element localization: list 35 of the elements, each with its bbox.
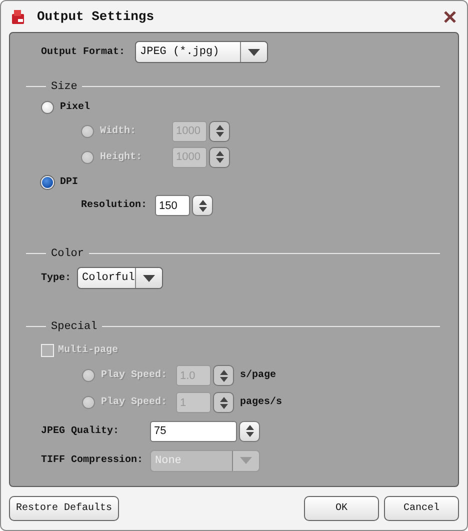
unit-label: s/page	[240, 370, 276, 381]
dialog-button[interactable]: Cancel	[384, 496, 459, 521]
close-icon[interactable]	[443, 10, 457, 24]
unit-label: pages/s	[240, 397, 282, 408]
spin-arrows-icon	[214, 150, 224, 164]
field-label: Resolution:	[81, 200, 148, 211]
section-title: Size	[50, 81, 78, 93]
dropdown-arrow-icon	[143, 274, 155, 282]
checkbox-label: Multi-page	[58, 344, 118, 356]
section-title: Special	[50, 321, 98, 333]
field-label: Play Speed:	[101, 397, 168, 408]
field-label: TIFF Compression:	[41, 455, 144, 466]
window-title: Output Settings	[37, 9, 156, 24]
type-dropdown[interactable]: Colorful	[77, 267, 163, 289]
radio-label: Pixel	[60, 102, 90, 112]
field-label: JPEG Quality:	[41, 426, 120, 436]
spin-arrows-icon	[214, 124, 224, 138]
radio-button[interactable]	[41, 100, 54, 114]
dropdown-arrow-icon	[248, 48, 260, 56]
field-label: Output Format:	[41, 46, 126, 58]
field-label: Play Speed:	[101, 370, 168, 381]
dialog-button[interactable]: OK	[304, 496, 379, 521]
spin-arrows-icon	[218, 396, 228, 410]
field-label: Type:	[41, 272, 72, 284]
dialog-button[interactable]: Restore Defaults	[9, 496, 119, 521]
spin-arrows-icon	[198, 198, 208, 212]
field-label: Height:	[100, 152, 144, 162]
section-title: Color	[50, 248, 86, 260]
radio-label: DPI	[60, 176, 78, 188]
spin-arrows-icon	[218, 368, 228, 382]
dropdown-arrow-icon	[240, 457, 252, 464]
app-icon	[10, 8, 26, 24]
field-label: Width:	[100, 126, 138, 136]
format-dropdown[interactable]: JPEG (*.jpg)	[135, 41, 268, 63]
spin-arrows-icon	[244, 424, 254, 438]
